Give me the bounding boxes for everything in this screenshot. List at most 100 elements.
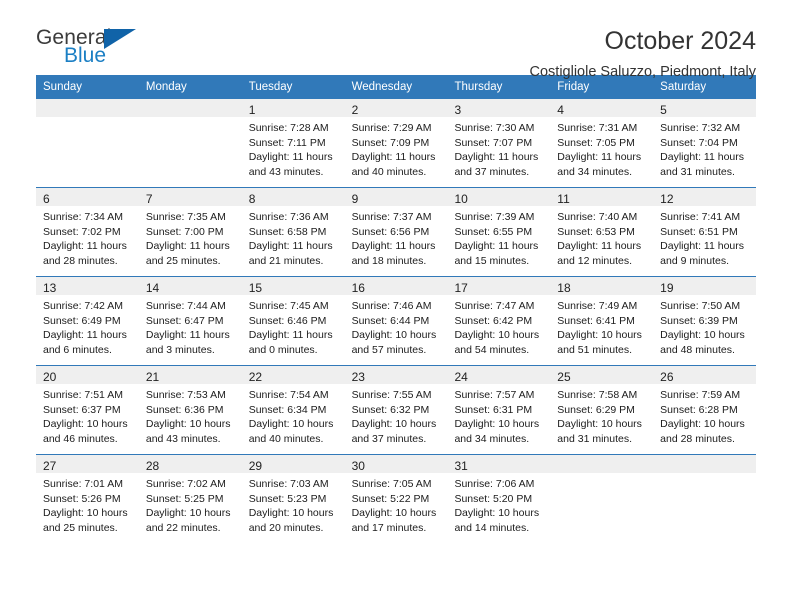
calendar-day-cell[interactable]: 7 Sunrise: 7:35 AM Sunset: 7:00 PM Daylight… — [138, 188, 242, 276]
sunrise-text: Sunrise: 7:49 AM — [557, 300, 638, 312]
day-details: Sunrise: 7:44 AM Sunset: 6:47 PM Daylight:… — [139, 295, 242, 357]
day-number: 13 — [43, 281, 57, 295]
calendar-day-cell[interactable]: 1 Sunrise: 7:28 AM Sunset: 7:11 PM Daylight… — [241, 99, 345, 187]
day-number-bar: 12 — [653, 188, 757, 206]
day-number: 21 — [145, 370, 160, 384]
day-number: 26 — [660, 370, 674, 384]
calendar-day-cell[interactable]: 10 Sunrise: 7:39 AM Sunset: 6:55 PM Dayligh… — [447, 188, 551, 276]
daylight-text: Daylight: 10 hours and 34 minutes. — [454, 418, 540, 445]
day-number-bar: 13 — [36, 277, 139, 295]
page-title: October 2024 — [604, 27, 757, 55]
calendar-day-cell[interactable]: 19 Sunrise: 7:50 AM Sunset: 6:39 PM Dayligh… — [653, 277, 757, 365]
calendar-day-cell[interactable]: 29 Sunrise: 7:03 AM Sunset: 5:23 PM Dayligh… — [241, 455, 345, 543]
calendar-day-cell[interactable]: 31 Sunrise: 7:06 AM Sunset: 5:20 PM Dayligh… — [447, 455, 551, 543]
day-details: Sunrise: 7:28 AM Sunset: 7:11 PM Daylight:… — [242, 117, 345, 179]
calendar-day-cell[interactable]: 11 Sunrise: 7:40 AM Sunset: 6:53 PM Dayligh… — [550, 188, 654, 276]
sunset-text: Sunset: 6:29 PM — [557, 403, 635, 416]
calendar-day-cell[interactable]: 9 Sunrise: 7:37 AM Sunset: 6:56 PM Daylight… — [344, 188, 448, 276]
calendar-day-cell[interactable]: 30 Sunrise: 7:05 AM Sunset: 5:22 PM Dayligh… — [344, 455, 448, 543]
day-number: 29 — [248, 459, 263, 473]
calendar-day-cell[interactable]: 3 Sunrise: 7:30 AM Sunset: 7:07 PM Daylight… — [447, 99, 551, 187]
day-number-bar: 19 — [653, 277, 757, 295]
calendar-day-cell[interactable]: 17 Sunrise: 7:47 AM Sunset: 6:42 PM Dayligh… — [447, 277, 551, 365]
day-number: 23 — [351, 370, 365, 384]
calendar-day-cell[interactable]: 21 Sunrise: 7:53 AM Sunset: 6:36 PM Dayligh… — [138, 366, 242, 454]
calendar-day-cell[interactable]: 13 Sunrise: 7:42 AM Sunset: 6:49 PM Dayligh… — [36, 277, 139, 365]
sunrise-text: Sunrise: 7:44 AM — [145, 300, 226, 312]
day-number-bar: 18 — [550, 277, 654, 295]
calendar-day-cell[interactable]: 18 Sunrise: 7:49 AM Sunset: 6:41 PM Dayligh… — [550, 277, 654, 365]
day-details: Sunrise: 7:42 AM Sunset: 6:49 PM Daylight:… — [36, 295, 139, 357]
calendar-day-cell[interactable]: 22 Sunrise: 7:54 AM Sunset: 6:34 PM Dayligh… — [241, 366, 345, 454]
day-number-bar: 5 — [653, 99, 757, 117]
day-number: 5 — [660, 103, 667, 117]
calendar-week-row: 1 Sunrise: 7:28 AM Sunset: 7:11 PM Daylight… — [36, 99, 757, 187]
sunset-text: Sunset: 6:41 PM — [557, 314, 635, 327]
daylight-text: Daylight: 10 hours and 14 minutes. — [454, 507, 540, 534]
sunrise-text: Sunrise: 7:34 AM — [43, 211, 123, 223]
calendar-day-cell[interactable]: 23 Sunrise: 7:55 AM Sunset: 6:32 PM Dayligh… — [344, 366, 448, 454]
day-number: 25 — [557, 370, 571, 384]
weekday-header-monday: Monday — [145, 81, 187, 93]
day-details: Sunrise: 7:58 AM Sunset: 6:29 PM Daylight:… — [550, 384, 653, 446]
day-number: 12 — [660, 192, 674, 206]
calendar-day-cell[interactable]: 26 Sunrise: 7:59 AM Sunset: 6:28 PM Dayligh… — [653, 366, 757, 454]
day-details: Sunrise: 7:32 AM Sunset: 7:04 PM Daylight:… — [653, 117, 756, 179]
sunset-text: Sunset: 6:36 PM — [145, 403, 224, 416]
day-number-bar: 2 — [344, 99, 448, 117]
daylight-text: Daylight: 10 hours and 57 minutes. — [351, 329, 437, 356]
sunrise-text: Sunrise: 7:32 AM — [660, 122, 741, 134]
day-number: 4 — [557, 103, 564, 117]
sunrise-text: Sunrise: 7:06 AM — [454, 478, 535, 490]
day-details: Sunrise: 7:03 AM Sunset: 5:23 PM Daylight:… — [242, 473, 345, 535]
calendar-day-cell[interactable]: 14 Sunrise: 7:44 AM Sunset: 6:47 PM Dayligh… — [138, 277, 242, 365]
sunrise-text: Sunrise: 7:41 AM — [660, 211, 741, 223]
day-number: 28 — [145, 459, 160, 473]
day-number-bar: 7 — [138, 188, 242, 206]
calendar-day-cell[interactable]: 15 Sunrise: 7:45 AM Sunset: 6:46 PM Dayligh… — [241, 277, 345, 365]
day-details: Sunrise: 7:06 AM Sunset: 5:20 PM Daylight:… — [447, 473, 550, 535]
calendar-day-cell[interactable]: 27 Sunrise: 7:01 AM Sunset: 5:26 PM Dayligh… — [36, 455, 139, 543]
daylight-text: Daylight: 11 hours and 34 minutes. — [557, 151, 642, 178]
sunset-text: Sunset: 7:07 PM — [454, 136, 533, 149]
daylight-text: Daylight: 11 hours and 6 minutes. — [43, 329, 127, 356]
weekday-header-wednesday: Wednesday — [351, 81, 413, 93]
daylight-text: Daylight: 10 hours and 43 minutes. — [145, 418, 231, 445]
calendar-day-cell-empty — [36, 99, 139, 187]
calendar-day-cell[interactable]: 6 Sunrise: 7:34 AM Sunset: 7:02 PM Daylight… — [36, 188, 139, 276]
daylight-text: Daylight: 10 hours and 37 minutes. — [351, 418, 437, 445]
calendar-day-cell[interactable]: 2 Sunrise: 7:29 AM Sunset: 7:09 PM Daylight… — [344, 99, 448, 187]
daylight-text: Daylight: 10 hours and 31 minutes. — [557, 418, 642, 445]
day-details: Sunrise: 7:39 AM Sunset: 6:55 PM Daylight:… — [447, 206, 550, 268]
daylight-text: Daylight: 11 hours and 31 minutes. — [660, 151, 745, 178]
day-number: 9 — [351, 192, 359, 206]
day-details: Sunrise: 7:45 AM Sunset: 6:46 PM Daylight:… — [242, 295, 345, 357]
calendar-day-cell[interactable]: 4 Sunrise: 7:31 AM Sunset: 7:05 PM Daylight… — [550, 99, 654, 187]
day-details: Sunrise: 7:36 AM Sunset: 6:58 PM Daylight:… — [242, 206, 345, 268]
daylight-text: Daylight: 11 hours and 18 minutes. — [351, 240, 436, 267]
calendar-day-cell[interactable]: 5 Sunrise: 7:32 AM Sunset: 7:04 PM Daylight… — [653, 99, 757, 187]
daylight-text: Daylight: 11 hours and 3 minutes. — [145, 329, 230, 356]
calendar-day-cell[interactable]: 12 Sunrise: 7:41 AM Sunset: 6:51 PM Dayligh… — [653, 188, 757, 276]
day-number-bar: 28 — [138, 455, 242, 473]
day-details: Sunrise: 7:49 AM Sunset: 6:41 PM Daylight:… — [550, 295, 653, 357]
calendar-day-cell[interactable]: 28 Sunrise: 7:02 AM Sunset: 5:25 PM Dayligh… — [138, 455, 242, 543]
sunrise-text: Sunrise: 7:40 AM — [557, 211, 638, 223]
calendar-day-cell[interactable]: 25 Sunrise: 7:58 AM Sunset: 6:29 PM Dayligh… — [550, 366, 654, 454]
calendar-day-cell[interactable]: 16 Sunrise: 7:46 AM Sunset: 6:44 PM Dayligh… — [344, 277, 448, 365]
day-details: Sunrise: 7:05 AM Sunset: 5:22 PM Daylight:… — [345, 473, 448, 535]
sunrise-text: Sunrise: 7:59 AM — [660, 389, 741, 401]
sunset-text: Sunset: 6:44 PM — [351, 314, 430, 327]
calendar-day-cell[interactable]: 24 Sunrise: 7:57 AM Sunset: 6:31 PM Dayligh… — [447, 366, 551, 454]
sunset-text: Sunset: 7:11 PM — [248, 136, 326, 149]
day-number-bar — [653, 455, 757, 473]
calendar-day-cell-empty — [653, 455, 757, 543]
logo-text-blue: Blue — [64, 44, 107, 67]
calendar-day-cell[interactable]: 20 Sunrise: 7:51 AM Sunset: 6:37 PM Dayligh… — [36, 366, 139, 454]
day-number: 11 — [557, 192, 570, 206]
sunrise-text: Sunrise: 7:02 AM — [145, 478, 226, 490]
calendar-day-cell[interactable]: 8 Sunrise: 7:36 AM Sunset: 6:58 PM Daylight… — [241, 188, 345, 276]
day-number: 2 — [351, 103, 359, 117]
daylight-text: Daylight: 10 hours and 25 minutes. — [43, 507, 128, 534]
daylight-text: Daylight: 10 hours and 20 minutes. — [248, 507, 334, 534]
